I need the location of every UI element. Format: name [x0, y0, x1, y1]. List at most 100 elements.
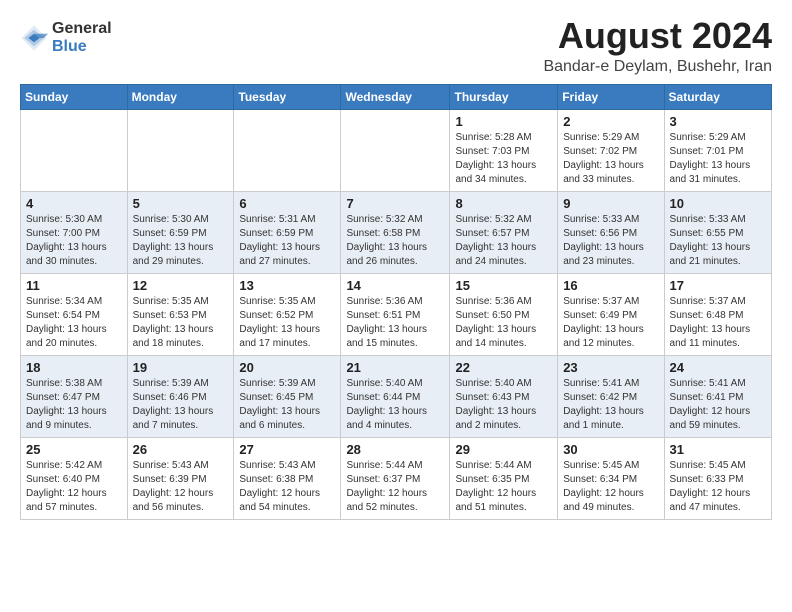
- calendar-cell: 22Sunrise: 5:40 AM Sunset: 6:43 PM Dayli…: [450, 355, 558, 437]
- calendar-cell: 19 Sunrise: 5:39 AM Sunset: 6:46 PM Dayli…: [127, 355, 234, 437]
- day-number: 21: [346, 360, 444, 375]
- day-number: 8: [455, 196, 552, 211]
- calendar-table: SundayMondayTuesdayWednesdayThursdayFrid…: [20, 84, 772, 520]
- calendar-header-monday: Monday: [127, 84, 234, 109]
- calendar-cell: 4 Sunrise: 5:30 AM Sunset: 7:00 PM Daylig…: [21, 191, 128, 273]
- day-number: 28: [346, 442, 444, 457]
- calendar-cell: 23Sunrise: 5:41 AM Sunset: 6:42 PM Dayli…: [558, 355, 664, 437]
- day-info: Sunrise: 5:40 AM Sunset: 6:43 PM Dayligh…: [455, 377, 552, 433]
- logo-blue-text: Blue: [52, 38, 112, 56]
- calendar-cell: [341, 109, 450, 191]
- calendar-header-row: SundayMondayTuesdayWednesdayThursdayFrid…: [21, 84, 772, 109]
- main-title: August 2024: [543, 16, 772, 56]
- day-number: 24: [670, 360, 766, 375]
- week-row-1: 1Sunrise: 5:28 AM Sunset: 7:03 PM Daylig…: [21, 109, 772, 191]
- day-info: Sunrise: 5:36 AM Sunset: 6:50 PM Dayligh…: [455, 295, 552, 351]
- day-info: Sunrise: 5:32 AM Sunset: 6:58 PM Dayligh…: [346, 213, 444, 269]
- day-info: Sunrise: 5:45 AM Sunset: 6:33 PM Dayligh…: [670, 459, 766, 515]
- logo-general-text: General: [52, 20, 112, 38]
- day-info: Sunrise: 5:44 AM Sunset: 6:37 PM Dayligh…: [346, 459, 444, 515]
- day-number: 2: [563, 114, 658, 129]
- week-row-5: 25 Sunrise: 5:42 AM Sunset: 6:40 PM Dayli…: [21, 437, 772, 519]
- calendar-header-wednesday: Wednesday: [341, 84, 450, 109]
- calendar-header-thursday: Thursday: [450, 84, 558, 109]
- sub-title: Bandar-e Deylam, Bushehr, Iran: [543, 58, 772, 76]
- logo-icon: [20, 24, 48, 52]
- calendar-cell: 25 Sunrise: 5:42 AM Sunset: 6:40 PM Dayli…: [21, 437, 128, 519]
- calendar-cell: 17 Sunrise: 5:37 AM Sunset: 6:48 PM Dayli…: [664, 273, 771, 355]
- day-number: 20: [239, 360, 335, 375]
- day-number: 1: [455, 114, 552, 129]
- logo-text: General Blue: [52, 20, 112, 55]
- calendar-cell: 15 Sunrise: 5:36 AM Sunset: 6:50 PM Dayli…: [450, 273, 558, 355]
- day-info: Sunrise: 5:37 AM Sunset: 6:48 PM Dayligh…: [670, 295, 766, 351]
- day-number: 10: [670, 196, 766, 211]
- calendar-cell: 5Sunrise: 5:30 AM Sunset: 6:59 PM Daylig…: [127, 191, 234, 273]
- calendar-cell: 21 Sunrise: 5:40 AM Sunset: 6:44 PM Dayli…: [341, 355, 450, 437]
- header: General Blue August 2024 Bandar-e Deylam…: [20, 16, 772, 76]
- week-row-2: 4 Sunrise: 5:30 AM Sunset: 7:00 PM Daylig…: [21, 191, 772, 273]
- day-info: Sunrise: 5:37 AM Sunset: 6:49 PM Dayligh…: [563, 295, 658, 351]
- calendar-cell: [234, 109, 341, 191]
- week-row-3: 11 Sunrise: 5:34 AM Sunset: 6:54 PM Dayli…: [21, 273, 772, 355]
- calendar-cell: 3Sunrise: 5:29 AM Sunset: 7:01 PM Daylig…: [664, 109, 771, 191]
- day-number: 11: [26, 278, 122, 293]
- day-number: 3: [670, 114, 766, 129]
- calendar-header-sunday: Sunday: [21, 84, 128, 109]
- day-info: Sunrise: 5:31 AM Sunset: 6:59 PM Dayligh…: [239, 213, 335, 269]
- calendar-cell: 30 Sunrise: 5:45 AM Sunset: 6:34 PM Dayli…: [558, 437, 664, 519]
- day-info: Sunrise: 5:39 AM Sunset: 6:45 PM Dayligh…: [239, 377, 335, 433]
- calendar-cell: 11 Sunrise: 5:34 AM Sunset: 6:54 PM Dayli…: [21, 273, 128, 355]
- day-info: Sunrise: 5:35 AM Sunset: 6:52 PM Dayligh…: [239, 295, 335, 351]
- day-info: Sunrise: 5:43 AM Sunset: 6:38 PM Dayligh…: [239, 459, 335, 515]
- calendar-cell: 26 Sunrise: 5:43 AM Sunset: 6:39 PM Dayli…: [127, 437, 234, 519]
- day-number: 26: [133, 442, 229, 457]
- day-number: 27: [239, 442, 335, 457]
- calendar-header-friday: Friday: [558, 84, 664, 109]
- day-number: 4: [26, 196, 122, 211]
- day-number: 17: [670, 278, 766, 293]
- calendar-cell: 6 Sunrise: 5:31 AM Sunset: 6:59 PM Daylig…: [234, 191, 341, 273]
- calendar-cell: [127, 109, 234, 191]
- day-info: Sunrise: 5:45 AM Sunset: 6:34 PM Dayligh…: [563, 459, 658, 515]
- day-info: Sunrise: 5:35 AM Sunset: 6:53 PM Dayligh…: [133, 295, 229, 351]
- calendar-cell: 20 Sunrise: 5:39 AM Sunset: 6:45 PM Dayli…: [234, 355, 341, 437]
- calendar-cell: 14Sunrise: 5:36 AM Sunset: 6:51 PM Dayli…: [341, 273, 450, 355]
- calendar-cell: 16 Sunrise: 5:37 AM Sunset: 6:49 PM Dayli…: [558, 273, 664, 355]
- day-info: Sunrise: 5:36 AM Sunset: 6:51 PM Dayligh…: [346, 295, 444, 351]
- day-info: Sunrise: 5:42 AM Sunset: 6:40 PM Dayligh…: [26, 459, 122, 515]
- calendar-cell: 1Sunrise: 5:28 AM Sunset: 7:03 PM Daylig…: [450, 109, 558, 191]
- day-number: 19: [133, 360, 229, 375]
- day-number: 5: [133, 196, 229, 211]
- calendar-cell: 31 Sunrise: 5:45 AM Sunset: 6:33 PM Dayli…: [664, 437, 771, 519]
- day-number: 15: [455, 278, 552, 293]
- day-info: Sunrise: 5:43 AM Sunset: 6:39 PM Dayligh…: [133, 459, 229, 515]
- week-row-4: 18Sunrise: 5:38 AM Sunset: 6:47 PM Dayli…: [21, 355, 772, 437]
- day-info: Sunrise: 5:44 AM Sunset: 6:35 PM Dayligh…: [455, 459, 552, 515]
- logo: General Blue: [20, 20, 112, 55]
- calendar-cell: [21, 109, 128, 191]
- day-info: Sunrise: 5:30 AM Sunset: 7:00 PM Dayligh…: [26, 213, 122, 269]
- day-number: 23: [563, 360, 658, 375]
- page: General Blue August 2024 Bandar-e Deylam…: [0, 0, 792, 536]
- day-number: 18: [26, 360, 122, 375]
- day-info: Sunrise: 5:39 AM Sunset: 6:46 PM Dayligh…: [133, 377, 229, 433]
- calendar-cell: 27 Sunrise: 5:43 AM Sunset: 6:38 PM Dayli…: [234, 437, 341, 519]
- day-info: Sunrise: 5:40 AM Sunset: 6:44 PM Dayligh…: [346, 377, 444, 433]
- title-block: August 2024 Bandar-e Deylam, Bushehr, Ir…: [543, 16, 772, 76]
- day-number: 13: [239, 278, 335, 293]
- calendar-cell: 18Sunrise: 5:38 AM Sunset: 6:47 PM Dayli…: [21, 355, 128, 437]
- day-number: 16: [563, 278, 658, 293]
- day-number: 30: [563, 442, 658, 457]
- calendar-cell: 29Sunrise: 5:44 AM Sunset: 6:35 PM Dayli…: [450, 437, 558, 519]
- day-number: 6: [239, 196, 335, 211]
- calendar-cell: 8Sunrise: 5:32 AM Sunset: 6:57 PM Daylig…: [450, 191, 558, 273]
- calendar-cell: 13 Sunrise: 5:35 AM Sunset: 6:52 PM Dayli…: [234, 273, 341, 355]
- calendar-cell: 9Sunrise: 5:33 AM Sunset: 6:56 PM Daylig…: [558, 191, 664, 273]
- day-info: Sunrise: 5:34 AM Sunset: 6:54 PM Dayligh…: [26, 295, 122, 351]
- day-number: 25: [26, 442, 122, 457]
- day-number: 7: [346, 196, 444, 211]
- day-info: Sunrise: 5:41 AM Sunset: 6:41 PM Dayligh…: [670, 377, 766, 433]
- day-number: 31: [670, 442, 766, 457]
- day-info: Sunrise: 5:33 AM Sunset: 6:56 PM Dayligh…: [563, 213, 658, 269]
